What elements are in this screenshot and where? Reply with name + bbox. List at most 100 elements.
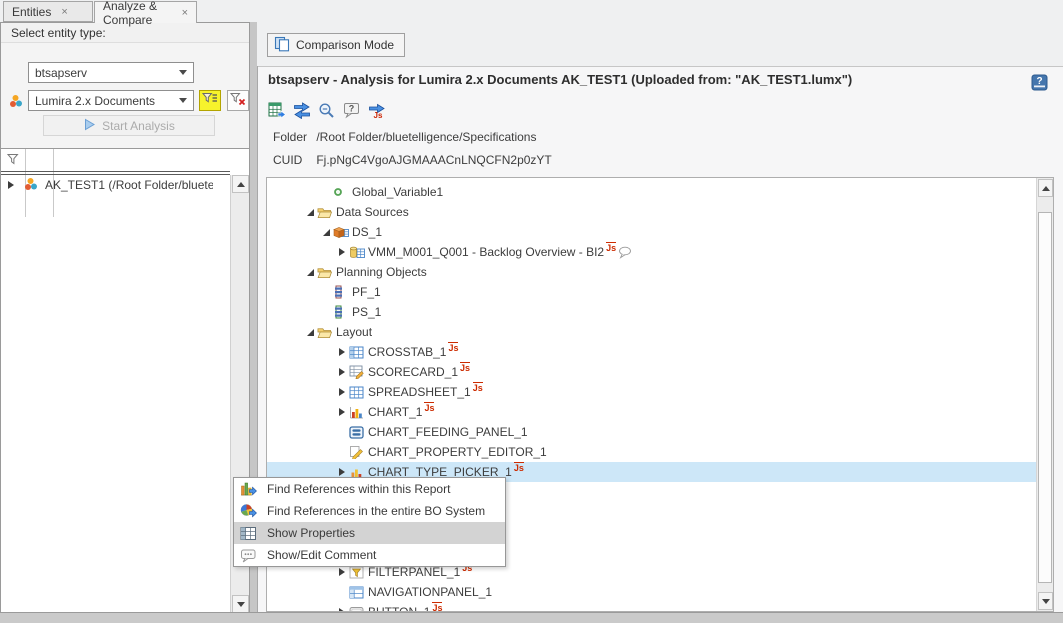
tree-item-button-1[interactable]: BUTTON_1 Js (267, 602, 1037, 612)
scrollbar-thumb[interactable] (1038, 212, 1052, 583)
triangle-expanded-icon (307, 209, 314, 216)
export-js-icon: Js (368, 107, 386, 122)
entity-row-ak-test1[interactable]: AK_TEST1 (/Root Folder/bluetelligenc (1, 175, 230, 195)
menu-item-label: Find References in the entire BO System (267, 504, 485, 518)
panel-icon (349, 426, 366, 439)
triangle-collapsed-icon (339, 388, 345, 396)
tree-item-navigationpanel-1[interactable]: NAVIGATIONPANEL_1 (267, 582, 1037, 602)
expander-closed[interactable] (335, 248, 349, 256)
tree-item-chart-feeding-panel-1[interactable]: CHART_FEEDING_PANEL_1 (267, 422, 1037, 442)
triangle-collapsed-icon (339, 568, 345, 576)
expander-open[interactable] (303, 269, 317, 276)
expander-closed[interactable] (335, 388, 349, 396)
js-script-badge: Js (432, 602, 442, 613)
filter-active-button[interactable] (199, 90, 221, 111)
entity-list-filter-row[interactable] (1, 149, 249, 171)
property-editor-icon (349, 445, 366, 459)
zoom-button[interactable] (317, 102, 336, 120)
expander-closed[interactable] (335, 368, 349, 376)
tab-entities[interactable]: Entities × (3, 1, 93, 22)
find-references-report-icon (240, 481, 258, 497)
filter-clear-button[interactable] (227, 90, 249, 111)
system-dropdown[interactable]: btsapserv (28, 62, 194, 83)
menu-item-label: Show/Edit Comment (267, 548, 376, 562)
triangle-collapsed-icon (339, 248, 345, 256)
comparison-mode-button[interactable]: Comparison Mode (267, 33, 405, 57)
triangle-expanded-icon (323, 229, 330, 236)
export-excel-icon (268, 107, 286, 122)
chevron-down-icon (179, 70, 187, 75)
tree-item-spreadsheet-1[interactable]: SPREADSHEET_1 Js (267, 382, 1037, 402)
tab-close-icon[interactable]: × (61, 6, 67, 18)
tree-item-vmm-query[interactable]: VMM_M001_Q001 - Backlog Overview - BI2 J… (267, 242, 1037, 262)
tree-scrollbar[interactable] (1036, 178, 1053, 611)
folder-value: /Root Folder/bluetelligence/Specificatio… (316, 130, 536, 144)
start-analysis-button[interactable]: Start Analysis (43, 115, 215, 136)
tree-item-label: CHART_FEEDING_PANEL_1 (368, 425, 528, 439)
tree-item-ds-1[interactable]: DS_1 (267, 222, 1037, 242)
tree-item-data-sources[interactable]: Data Sources (267, 202, 1037, 222)
menu-item-find-references-system[interactable]: Find References in the entire BO System (234, 500, 505, 522)
expander-open[interactable] (303, 209, 317, 216)
expander-closed[interactable] (335, 408, 349, 416)
help-icon[interactable]: ? (1031, 74, 1048, 94)
scroll-down-button[interactable] (1038, 592, 1053, 610)
tab-close-icon[interactable]: × (182, 7, 188, 19)
tree-item-chart-1[interactable]: CHART_1 Js (267, 402, 1037, 422)
triangle-down-icon (237, 602, 245, 607)
export-js-button[interactable]: Js (367, 102, 386, 120)
entity-selection-panel: Select entity type: btsapserv Lumira 2.x… (0, 22, 250, 612)
window-bottom-edge (0, 612, 1063, 623)
filter-panel-icon (349, 566, 366, 579)
play-icon (83, 118, 96, 134)
filter-row-funnel-icon (7, 153, 19, 169)
export-excel-button[interactable] (267, 102, 286, 120)
analysis-title: btsapserv - Analysis for Lumira 2.x Docu… (268, 72, 1028, 87)
entity-type-dropdown[interactable]: Lumira 2.x Documents (28, 90, 194, 111)
js-script-badge: Js (424, 402, 434, 413)
chevron-down-icon (179, 98, 187, 103)
scroll-down-button[interactable] (232, 595, 249, 612)
tab-analyze-compare[interactable]: Analyze & Compare × (94, 1, 197, 23)
expander-closed[interactable] (335, 348, 349, 356)
folder-open-icon (317, 206, 334, 219)
tree-item-layout[interactable]: Layout (267, 322, 1037, 342)
expander-open[interactable] (303, 329, 317, 336)
tree-item-ps-1[interactable]: PS_1 (267, 302, 1037, 322)
tree-item-label: SPREADSHEET_1 (368, 385, 471, 399)
comment-help-button[interactable]: ? (342, 102, 361, 120)
expander-closed[interactable] (335, 568, 349, 576)
comment-bubble-icon[interactable] (618, 246, 632, 259)
comment-bubble-icon (240, 548, 258, 563)
comment-help-icon: ? (343, 107, 361, 122)
tree-item-label: PF_1 (352, 285, 381, 299)
menu-item-show-properties[interactable]: Show Properties (234, 522, 505, 544)
tree-item-label: BUTTON_1 (368, 605, 430, 612)
scroll-up-button[interactable] (232, 175, 249, 193)
folder-open-icon (317, 266, 334, 279)
scroll-up-button[interactable] (1038, 179, 1053, 197)
tree-item-scorecard-1[interactable]: SCORECARD_1 Js (267, 362, 1037, 382)
triangle-collapsed-icon (339, 468, 345, 476)
js-script-badge: Js (473, 382, 483, 393)
tree-item-pf-1[interactable]: PF_1 (267, 282, 1037, 302)
menu-item-show-edit-comment[interactable]: Show/Edit Comment (234, 544, 505, 566)
entity-row-label: AK_TEST1 (/Root Folder/bluetelligenc (45, 178, 213, 192)
tree-item-label: DS_1 (352, 225, 382, 239)
expander-closed[interactable] (335, 468, 349, 476)
tree-item-chart-property-editor-1[interactable]: CHART_PROPERTY_EDITOR_1 (267, 442, 1037, 462)
tree-item-global-variable1[interactable]: Global_Variable1 (267, 182, 1037, 202)
expander-open[interactable] (319, 229, 333, 236)
tree-item-label: Global_Variable1 (352, 185, 443, 199)
triangle-up-icon (237, 182, 245, 187)
tree-item-label: FILTERPANEL_1 (368, 565, 460, 579)
tree-item-crosstab-1[interactable]: CROSSTAB_1 Js (267, 342, 1037, 362)
js-script-badge: Js (460, 362, 470, 373)
transfer-button[interactable] (292, 102, 311, 120)
menu-item-find-references-report[interactable]: Find References within this Report (234, 478, 505, 500)
planning-sequence-icon (333, 305, 350, 319)
expand-arrow-icon[interactable] (8, 181, 14, 189)
triangle-expanded-icon (307, 269, 314, 276)
folder-row: Folder /Root Folder/bluetelligence/Speci… (273, 130, 536, 144)
tree-item-planning-objects[interactable]: Planning Objects (267, 262, 1037, 282)
